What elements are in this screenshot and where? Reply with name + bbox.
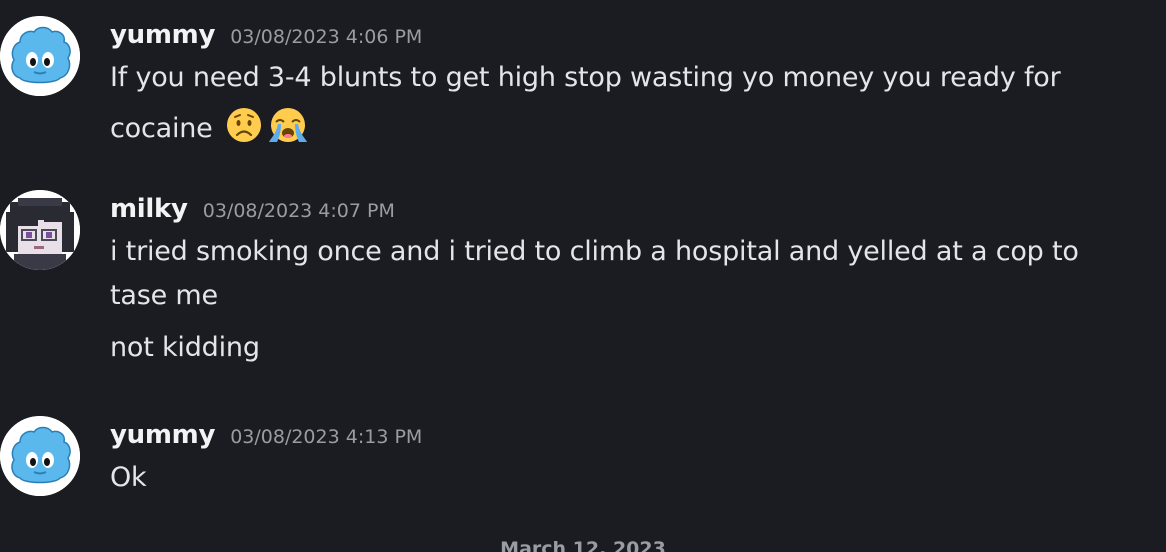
message-line: tase me (110, 280, 218, 311)
message-line: cocaine (110, 113, 213, 144)
blue-puffle-icon (0, 416, 80, 496)
message-text: not kidding (110, 332, 260, 363)
message-line: Ok (110, 462, 147, 493)
loudly-crying-face-icon[interactable] (265, 106, 311, 151)
pixel-art-character-icon (0, 190, 80, 270)
avatar[interactable] (0, 16, 80, 96)
avatar[interactable] (0, 416, 80, 496)
timestamp[interactable]: 03/08/2023 4:13 PM (230, 426, 422, 448)
message-text: Ok (110, 462, 147, 493)
timestamp[interactable]: 03/08/2023 4:07 PM (203, 200, 395, 222)
username[interactable]: milky (110, 194, 188, 224)
message-line: i tried smoking once and i tried to clim… (110, 236, 1079, 267)
message-line: If you need 3-4 blunts to get high stop … (110, 62, 1061, 93)
username[interactable]: yummy (110, 20, 215, 50)
message-text: tase me (110, 280, 218, 311)
message-text: cocaine (110, 106, 311, 151)
worried-face-icon[interactable] (225, 106, 263, 151)
timestamp[interactable]: 03/08/2023 4:06 PM (230, 26, 422, 48)
message-text: i tried smoking once and i tried to clim… (110, 236, 1079, 267)
message-text: If you need 3-4 blunts to get high stop … (110, 62, 1061, 93)
blue-puffle-icon (0, 16, 80, 96)
date-divider: March 12, 2023 (500, 538, 666, 552)
message-line: not kidding (110, 332, 260, 363)
chat-messages: yummy 03/08/2023 4:06 PM If you need 3-4… (0, 0, 1166, 552)
avatar[interactable] (0, 190, 80, 270)
username[interactable]: yummy (110, 420, 215, 450)
